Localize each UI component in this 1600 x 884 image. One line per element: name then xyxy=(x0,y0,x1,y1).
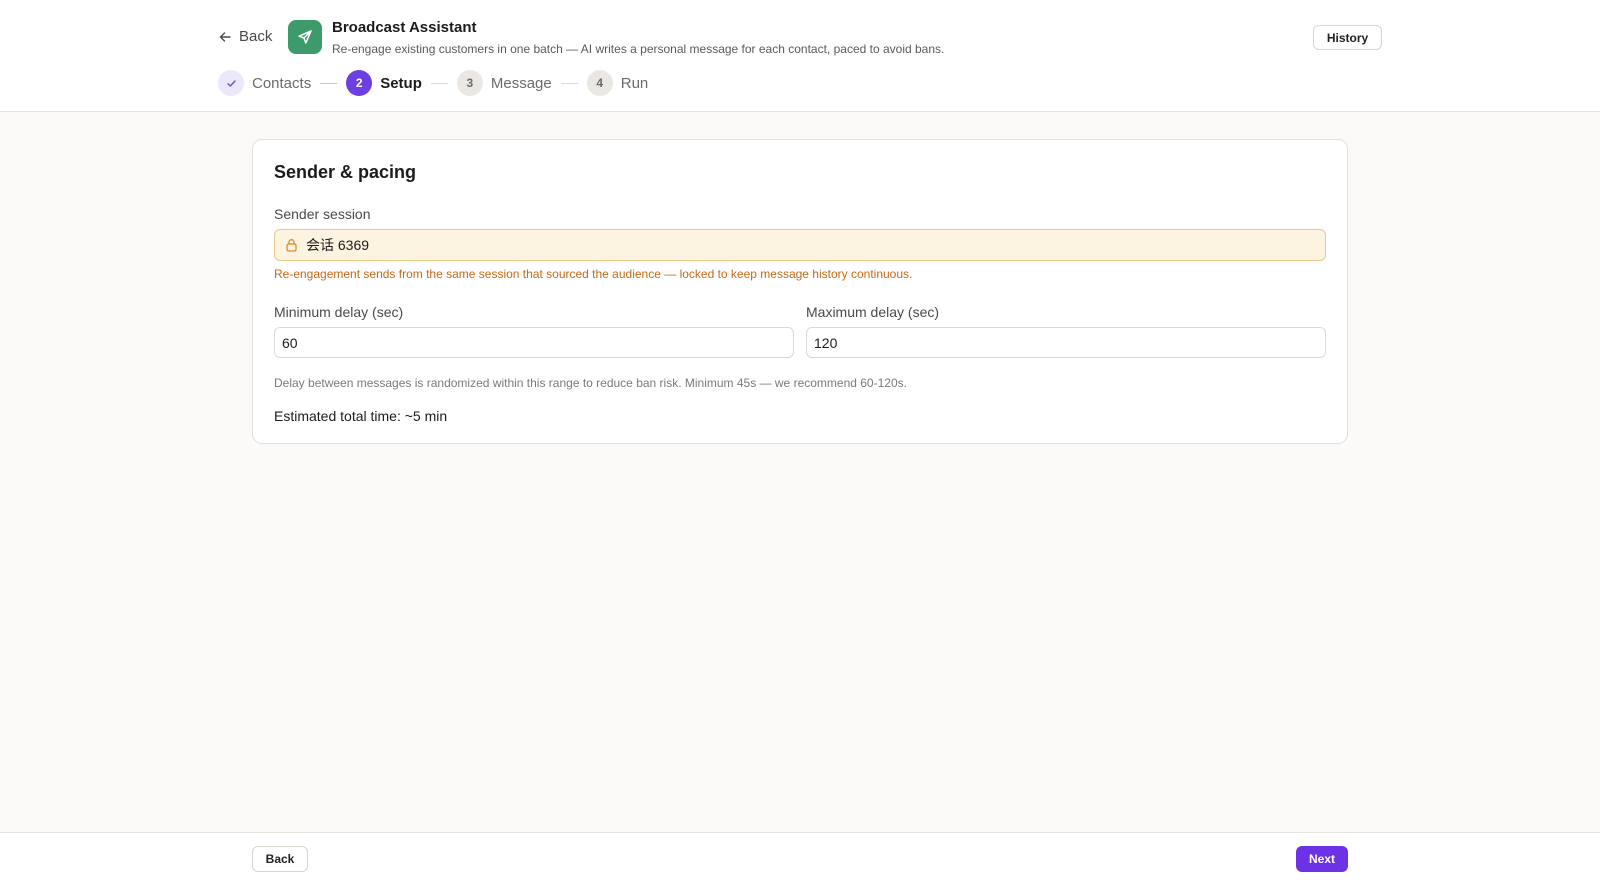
min-delay-label: Minimum delay (sec) xyxy=(274,304,404,320)
sender-session-field: 会话 6369 xyxy=(274,229,1326,261)
sender-locked-warning: Re-engagement sends from the same sessio… xyxy=(274,267,913,281)
step-contacts[interactable]: Contacts xyxy=(218,70,311,96)
sender-pacing-card: Sender & pacing Sender session 会话 6369 R… xyxy=(252,139,1348,444)
sender-session-label: Sender session xyxy=(274,206,371,222)
page-header: Back Broadcast Assistant Re-engage exist… xyxy=(0,0,1600,112)
min-delay-input[interactable] xyxy=(274,327,794,358)
delay-hint: Delay between messages is randomized wit… xyxy=(274,376,907,390)
step-check-icon xyxy=(218,70,244,96)
send-icon xyxy=(298,30,312,44)
step-setup[interactable]: 2 Setup xyxy=(346,70,422,96)
sender-session-value: 会话 6369 xyxy=(306,237,370,253)
app-title: Broadcast Assistant xyxy=(332,19,477,36)
estimated-time: Estimated total time: ~5 min xyxy=(274,408,448,424)
next-button[interactable]: Next xyxy=(1296,846,1348,872)
step-number: 2 xyxy=(346,70,373,96)
card-title: Sender & pacing xyxy=(274,162,417,182)
lock-icon xyxy=(286,239,297,252)
page-footer: Back Next xyxy=(0,832,1600,884)
step-separator xyxy=(320,82,338,84)
header-back-label: Back xyxy=(239,28,273,45)
max-delay-label: Maximum delay (sec) xyxy=(806,304,940,320)
app-subtitle: Re-engage existing customers in one batc… xyxy=(332,42,945,56)
step-run[interactable]: 4 Run xyxy=(586,70,649,96)
step-label: Run xyxy=(620,74,649,92)
step-separator xyxy=(430,82,448,84)
app-logo xyxy=(288,20,322,54)
header-back-link[interactable]: Back xyxy=(218,28,272,45)
step-number: 3 xyxy=(456,70,483,96)
footer-back-button[interactable]: Back xyxy=(252,846,308,872)
step-label: Setup xyxy=(380,74,422,92)
wizard-stepper: Contacts 2 Setup 3 Message 4 Run xyxy=(218,70,648,96)
max-delay-input[interactable] xyxy=(806,327,1326,358)
arrow-left-icon xyxy=(219,31,231,42)
step-label: Message xyxy=(490,74,552,92)
step-number: 4 xyxy=(586,70,613,96)
step-label: Contacts xyxy=(252,74,312,92)
step-separator xyxy=(560,82,578,84)
history-button[interactable]: History xyxy=(1313,25,1382,50)
step-message[interactable]: 3 Message xyxy=(456,70,552,96)
